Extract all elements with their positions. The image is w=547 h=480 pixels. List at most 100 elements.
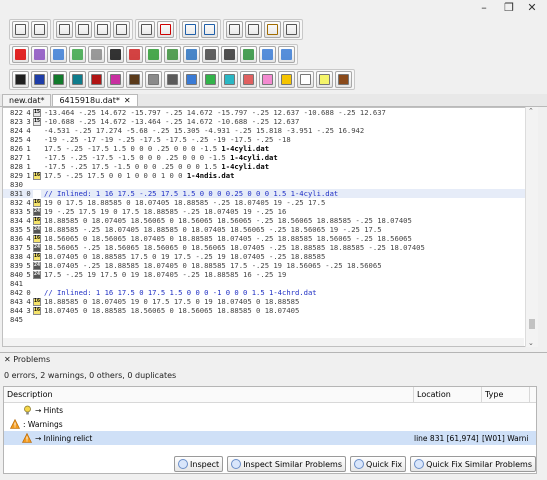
line-type: 4 [26,198,31,207]
delete-button[interactable] [283,21,300,38]
copy-button[interactable] [245,21,262,38]
line-file: 1-4cyli.dat [221,144,270,153]
color-button[interactable] [183,71,200,88]
color-button[interactable] [221,71,238,88]
tab-close-icon[interactable]: ✕ [124,96,131,105]
close-button[interactable]: ✕ [522,2,542,14]
undo-button[interactable] [182,21,199,38]
problems-panel: ✕ Problems 0 errors, 2 warnings, 0 other… [0,352,547,480]
color-button[interactable] [335,71,352,88]
puzzle-button[interactable] [69,46,86,63]
problems-close-icon[interactable]: ✕ [4,355,11,364]
editor-tab[interactable]: 6415918u.dat* ✕ [52,94,138,106]
line-text: 17.5 -.25 19 17.5 0 19 18.07405 -.25 18.… [44,270,287,279]
tag-button[interactable] [240,46,257,63]
column-description[interactable]: Description [4,387,414,402]
quick-fix-button[interactable]: Quick Fix [350,456,407,472]
vertical-scrollbar[interactable]: ⌃ ⌄ [525,107,538,347]
grid1-button[interactable] [56,21,73,38]
code-editor[interactable]: 822 4 15 -13.464 -.25 14.672 -15.797 -.25 1… [2,107,538,347]
color-button[interactable] [297,71,314,88]
color-button[interactable] [316,71,333,88]
color-button[interactable] [126,71,143,88]
color-button[interactable] [164,71,181,88]
line-type: 5 [26,270,31,279]
line-code: -17.5 -.25 17.5 -1.5 0 0 0 .25 0 0 0 1.5… [44,162,269,171]
code-line: 840 5 24 17.5 -.25 19 17.5 0 19 18.07405 -.… [3,270,537,279]
editor-tab[interactable]: new.dat* [2,94,52,106]
icon-gear [91,49,102,60]
text2-button[interactable] [278,46,295,63]
grid3-button[interactable] [94,21,111,38]
problem-row[interactable]: → Inlining relict line 831 [61,974] [W01] … [4,431,536,445]
scroll-up-icon[interactable]: ⌃ [528,107,534,115]
color-button[interactable] [88,71,105,88]
redo-button[interactable] [201,21,218,38]
new-button[interactable] [12,21,29,38]
inspect-similar-button[interactable]: Inspect Similar Problems [227,456,347,472]
scroll-down-icon[interactable]: ⌄ [528,339,534,347]
minimize-button[interactable]: – [474,2,494,14]
code-line: 825 4 -19 -.25 -17 -19 -.25 -17.5 -17.5 -.… [3,135,537,144]
button-label: Inspect [190,459,220,469]
inspect-button[interactable]: Inspect [174,456,224,472]
column-type[interactable]: Type [482,387,530,402]
text1-button[interactable] [259,46,276,63]
problem-description: → Inlining relict [4,433,414,443]
grid4-button[interactable] [113,21,130,38]
line-text: 18.56065 0 18.56065 18.07405 0 18.88585 … [44,234,412,243]
color-button[interactable] [278,71,295,88]
horizontal-scrollbar[interactable] [3,338,524,346]
color-button[interactable] [12,71,29,88]
line-text: 18.07405 -.25 18.88585 18.07405 0 18.885… [44,261,382,270]
code-line: 836 4 16 18.56065 0 18.56065 18.07405 0 18.… [3,234,537,243]
problem-description: → Hints [4,405,414,415]
toolbar-row-colors [0,67,547,92]
problems-tab[interactable]: ✕ Problems [4,355,50,364]
problem-row[interactable]: → Hints [4,403,536,417]
colors-button[interactable] [50,46,67,63]
color-button[interactable] [202,71,219,88]
code-line: 826 1 17.5 -.25 -17.5 1.5 0 0 0 .25 0 0 0 … [3,144,537,153]
color-button[interactable] [240,71,257,88]
line-code: 17.5 -.25 19 17.5 0 19 18.07405 -.25 18.… [44,270,286,279]
color-button[interactable] [50,71,67,88]
color-button[interactable] [107,71,124,88]
dup-button[interactable] [221,46,238,63]
column-location[interactable]: Location [414,387,482,402]
color-code-icon: 24 [33,225,41,234]
block-button[interactable] [157,21,174,38]
code-line: 824 4 -4.531 -.25 17.274 -5.68 -.25 15.305… [3,126,537,135]
color-button[interactable] [145,71,162,88]
stop-button[interactable] [12,46,29,63]
gear-button[interactable] [88,46,105,63]
edit-button[interactable] [31,46,48,63]
color-button[interactable] [31,71,48,88]
line-text: 18.88585 0 18.07405 18.56065 0 18.56065 … [44,216,412,225]
color-button[interactable] [69,71,86,88]
3d-button[interactable] [107,46,124,63]
line-text: -13.464 -.25 14.672 -15.797 -.25 14.672 … [44,108,386,117]
cloud-button[interactable] [138,21,155,38]
problem-row[interactable]: : Warnings [4,417,536,431]
brick-button[interactable] [126,46,143,63]
scroll-thumb[interactable] [529,319,535,329]
grid2-button[interactable] [75,21,92,38]
rotate-button[interactable] [164,46,181,63]
mirror-button[interactable] [31,21,48,38]
line-code: 18.07405 0 18.88585 17.5 0 19 17.5 -.25 … [44,252,325,261]
code-line: 833 5 24 19 -.25 17.5 19 0 17.5 18.88585 -.… [3,207,537,216]
ball-button[interactable] [145,46,162,63]
cut-button[interactable] [226,21,243,38]
maximize-button[interactable]: ❐ [499,2,519,14]
icon-dup [224,49,235,60]
color-button[interactable] [259,71,276,88]
line-type: 1 [26,171,31,180]
toolbar-row-tools [0,42,547,67]
quick-fix-similar-button[interactable]: Quick Fix Similar Problems [410,456,536,472]
color-swatch-icon [15,74,26,85]
sync-button[interactable] [202,46,219,63]
paste-button[interactable] [264,21,281,38]
icon-move [186,49,197,60]
move-button[interactable] [183,46,200,63]
